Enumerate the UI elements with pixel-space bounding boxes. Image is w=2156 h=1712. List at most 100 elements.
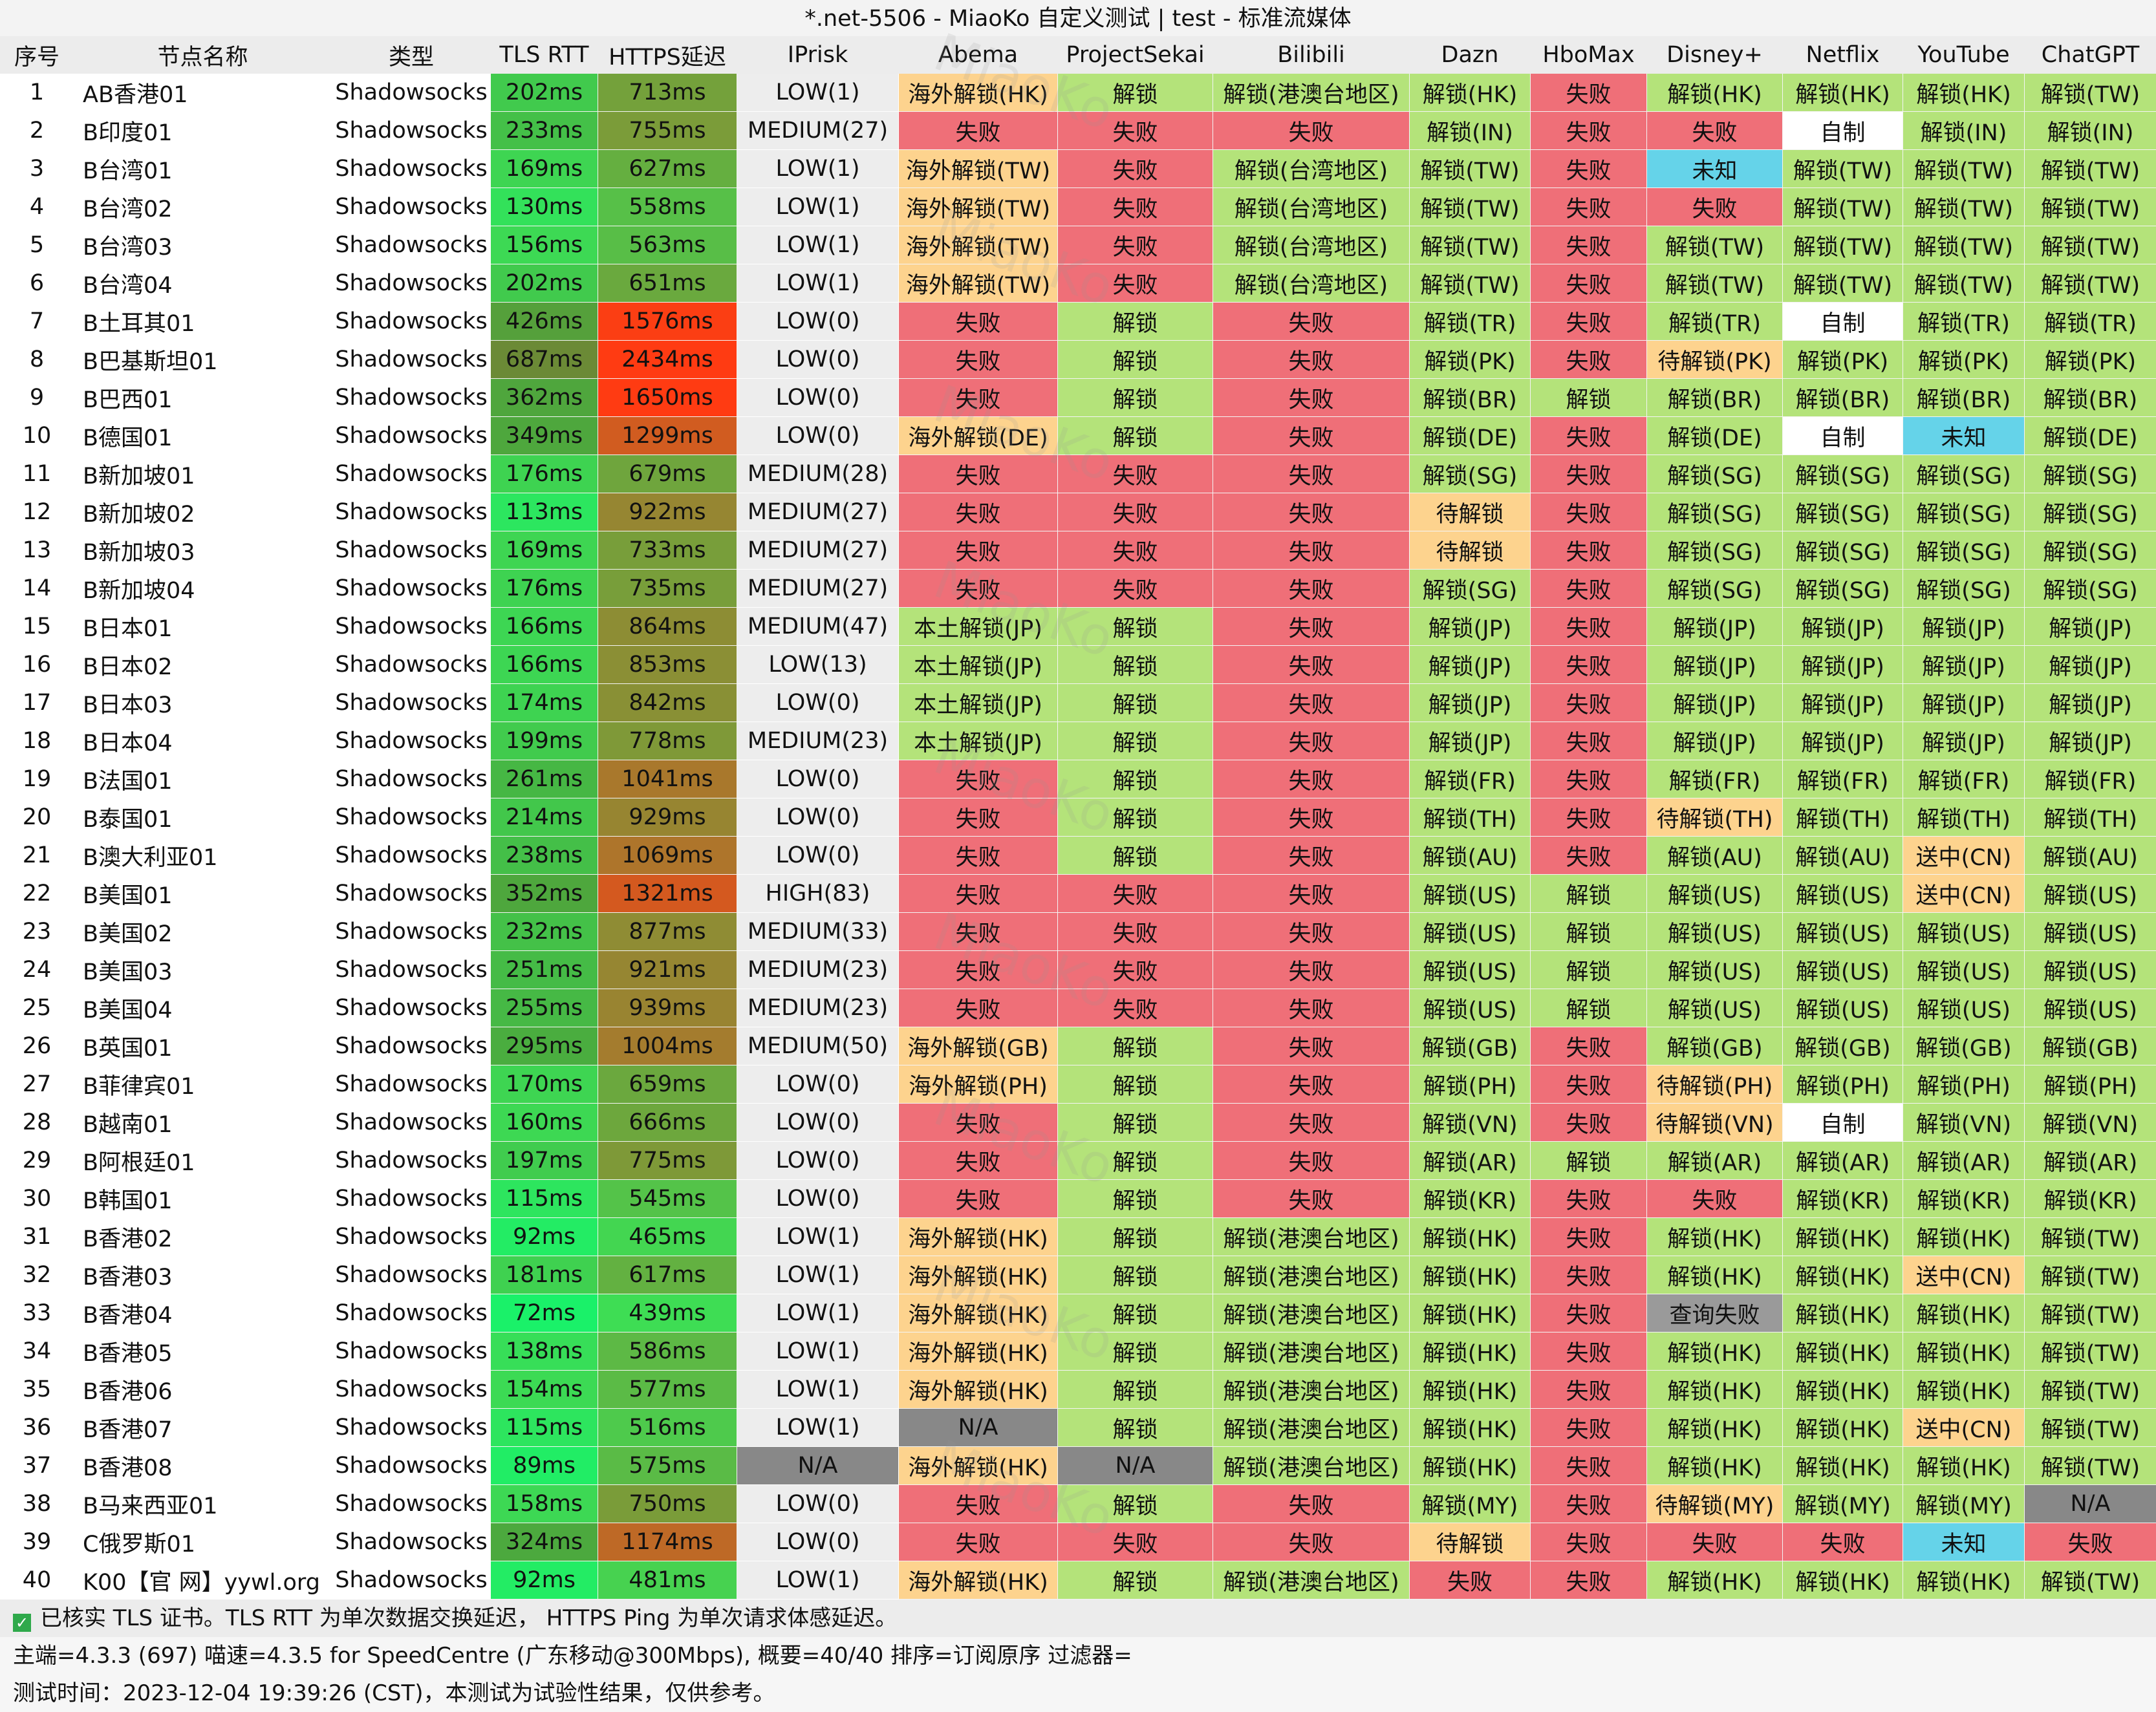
cell-bilibili: 失败	[1213, 837, 1410, 875]
cell-https-delay: 1004ms	[598, 1027, 737, 1065]
table-row: 11B新加坡01Shadowsocks176ms679msMEDIUM(28)失…	[1, 455, 2156, 493]
cell-disney: 解锁(US)	[1647, 951, 1783, 989]
cell-https-delay: 666ms	[598, 1104, 737, 1142]
cell-iprisk: LOW(0)	[737, 303, 899, 341]
cell-node-name: B台湾03	[74, 226, 332, 264]
cell-chatgpt: 解锁(TW)	[2025, 1409, 2156, 1447]
cell-iprisk: LOW(1)	[737, 1409, 899, 1447]
cell-iprisk: LOW(1)	[737, 1561, 899, 1600]
cell-chatgpt: 解锁(US)	[2025, 951, 2156, 989]
cell-netflix: 解锁(HK)	[1783, 1332, 1903, 1371]
cell-index: 13	[1, 531, 74, 570]
cell-bilibili: 失败	[1213, 989, 1410, 1027]
table-row: 28B越南01Shadowsocks160ms666msLOW(0)失败解锁失败…	[1, 1104, 2156, 1142]
cell-https-delay: 481ms	[598, 1561, 737, 1600]
cell-hbomax: 失败	[1531, 303, 1647, 341]
cell-projectsekai: 解锁	[1058, 1371, 1213, 1409]
cell-projectsekai: 失败	[1058, 493, 1213, 531]
cell-youtube: 解锁(TH)	[1903, 798, 2025, 837]
cell-chatgpt: 解锁(TW)	[2025, 226, 2156, 264]
cell-hbomax: 失败	[1531, 570, 1647, 608]
header-index: 序号	[1, 37, 74, 74]
cell-https-delay: 929ms	[598, 798, 737, 837]
cell-iprisk: LOW(1)	[737, 1294, 899, 1332]
cell-chatgpt: 解锁(JP)	[2025, 722, 2156, 760]
cell-abema: 本土解锁(JP)	[899, 646, 1058, 684]
cell-index: 30	[1, 1180, 74, 1218]
cell-projectsekai: 失败	[1058, 875, 1213, 913]
cell-chatgpt: 解锁(FR)	[2025, 760, 2156, 798]
cell-chatgpt: 解锁(GB)	[2025, 1027, 2156, 1065]
cell-youtube: 解锁(HK)	[1903, 74, 2025, 112]
cell-https-delay: 1321ms	[598, 875, 737, 913]
cell-chatgpt: 解锁(SG)	[2025, 493, 2156, 531]
cell-hbomax: 解锁	[1531, 1142, 1647, 1180]
cell-dazn: 解锁(PK)	[1410, 341, 1531, 379]
header-youtube: YouTube	[1903, 37, 2025, 74]
cell-projectsekai: 解锁	[1058, 341, 1213, 379]
cell-youtube: 解锁(BR)	[1903, 379, 2025, 417]
cell-https-delay: 617ms	[598, 1256, 737, 1294]
cell-dazn: 待解锁	[1410, 531, 1531, 570]
cell-https-delay: 679ms	[598, 455, 737, 493]
header-tls-rtt: TLS RTT	[491, 37, 598, 74]
cell-youtube: 解锁(SG)	[1903, 531, 2025, 570]
table-row: 36B香港07Shadowsocks115ms516msLOW(1)N/A解锁解…	[1, 1409, 2156, 1447]
cell-abema: 海外解锁(HK)	[899, 1561, 1058, 1600]
cell-bilibili: 失败	[1213, 493, 1410, 531]
cell-youtube: 解锁(HK)	[1903, 1371, 2025, 1409]
cell-iprisk: LOW(0)	[737, 417, 899, 455]
cell-bilibili: 失败	[1213, 417, 1410, 455]
cell-iprisk: MEDIUM(27)	[737, 493, 899, 531]
cell-abema: 失败	[899, 989, 1058, 1027]
cell-https-delay: 778ms	[598, 722, 737, 760]
table-row: 5B台湾03Shadowsocks156ms563msLOW(1)海外解锁(TW…	[1, 226, 2156, 264]
cell-chatgpt: 解锁(TW)	[2025, 1294, 2156, 1332]
cell-https-delay: 1174ms	[598, 1523, 737, 1561]
table-row: 33B香港04Shadowsocks72ms439msLOW(1)海外解锁(HK…	[1, 1294, 2156, 1332]
cell-disney: 待解锁(VN)	[1647, 1104, 1783, 1142]
cell-bilibili: 失败	[1213, 951, 1410, 989]
cell-netflix: 解锁(HK)	[1783, 1447, 1903, 1485]
cell-projectsekai: 解锁	[1058, 1027, 1213, 1065]
cell-index: 17	[1, 684, 74, 722]
cell-bilibili: 解锁(港澳台地区)	[1213, 1294, 1410, 1332]
cell-dazn: 解锁(VN)	[1410, 1104, 1531, 1142]
cell-youtube: 解锁(HK)	[1903, 1561, 2025, 1600]
cell-bilibili: 解锁(港澳台地区)	[1213, 1218, 1410, 1256]
cell-netflix: 解锁(HK)	[1783, 74, 1903, 112]
table-row: 13B新加坡03Shadowsocks169ms733msMEDIUM(27)失…	[1, 531, 2156, 570]
cell-tls-rtt: 176ms	[491, 455, 598, 493]
cell-node-name: B巴西01	[74, 379, 332, 417]
cell-netflix: 解锁(AU)	[1783, 837, 1903, 875]
cell-node-name: B香港04	[74, 1294, 332, 1332]
cell-type: Shadowsocks	[332, 226, 491, 264]
cell-youtube: 解锁(TW)	[1903, 150, 2025, 188]
cell-iprisk: MEDIUM(33)	[737, 913, 899, 951]
cell-disney: 待解锁(MY)	[1647, 1485, 1783, 1523]
cell-chatgpt: 解锁(JP)	[2025, 608, 2156, 646]
cell-hbomax: 失败	[1531, 1027, 1647, 1065]
cell-disney: 解锁(SG)	[1647, 455, 1783, 493]
cell-abema: N/A	[899, 1409, 1058, 1447]
cell-abema: 失败	[899, 875, 1058, 913]
cell-index: 24	[1, 951, 74, 989]
cell-youtube: 解锁(HK)	[1903, 1332, 2025, 1371]
cell-node-name: AB香港01	[74, 74, 332, 112]
cell-index: 12	[1, 493, 74, 531]
cell-index: 3	[1, 150, 74, 188]
cell-bilibili: 失败	[1213, 760, 1410, 798]
header-projectsekai: ProjectSekai	[1058, 37, 1213, 74]
header-dazn: Dazn	[1410, 37, 1531, 74]
cell-type: Shadowsocks	[332, 646, 491, 684]
cell-https-delay: 939ms	[598, 989, 737, 1027]
cell-abema: 失败	[899, 798, 1058, 837]
cell-dazn: 解锁(HK)	[1410, 1447, 1531, 1485]
cell-youtube: 解锁(PK)	[1903, 341, 2025, 379]
cell-iprisk: MEDIUM(27)	[737, 531, 899, 570]
cell-netflix: 解锁(TH)	[1783, 798, 1903, 837]
cell-iprisk: LOW(0)	[737, 1142, 899, 1180]
cell-chatgpt: 解锁(VN)	[2025, 1104, 2156, 1142]
cell-iprisk: MEDIUM(50)	[737, 1027, 899, 1065]
cell-dazn: 解锁(JP)	[1410, 646, 1531, 684]
